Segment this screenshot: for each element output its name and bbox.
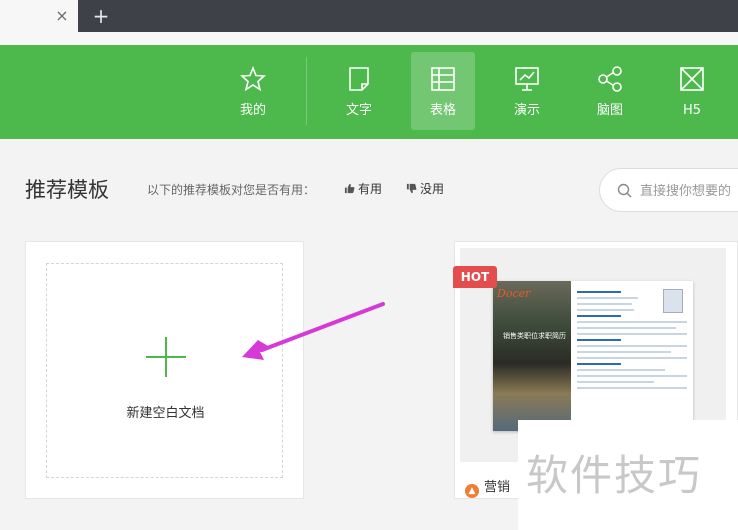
mindmap-icon xyxy=(598,66,622,92)
page-title: 推荐模板 xyxy=(25,178,109,202)
toolbar-item-sheet[interactable]: 表格 xyxy=(411,52,475,130)
toolbar-item-mindmap[interactable]: 脑图 xyxy=(578,52,642,130)
resume-preview-title: 销售类职位求职简历 xyxy=(503,332,566,340)
template-search-box[interactable] xyxy=(599,168,738,212)
useful-button[interactable]: 有用 xyxy=(344,180,382,197)
toolbar-item-label: H5 xyxy=(682,103,702,118)
thumbs-up-icon xyxy=(344,183,355,194)
search-icon xyxy=(617,183,632,198)
resume-text-lines xyxy=(577,291,687,393)
toolbar-item-label: 演示 xyxy=(513,103,540,118)
feedback-prompt: 以下的推荐模板对您是否有用： xyxy=(147,183,316,197)
resume-cover-image: Docer 销售类职位求职简历 xyxy=(493,281,571,431)
new-blank-document-card[interactable]: 新建空白文档 xyxy=(25,241,304,499)
resume-preview: Docer 销售类职位求职简历 xyxy=(493,281,693,431)
toolbar-divider xyxy=(306,57,307,125)
toolbar-item-label: 表格 xyxy=(429,103,456,118)
new-document-label: 新建空白文档 xyxy=(126,406,205,421)
toolbar-item-h5[interactable]: H5 xyxy=(660,52,724,130)
app-toolbar: 我的 文字 表格 演示 脑图 H5 xyxy=(0,45,738,139)
docer-logo: Docer xyxy=(497,287,531,300)
toolbar-item-label: 脑图 xyxy=(596,103,623,118)
toolbar-item-text[interactable]: 文字 xyxy=(327,52,391,130)
toolbar-item-mine[interactable]: 我的 xyxy=(221,52,285,130)
hot-badge: HOT xyxy=(453,266,497,288)
browser-tab[interactable]: × xyxy=(0,0,78,32)
star-icon xyxy=(240,65,266,92)
new-tab-button[interactable]: + xyxy=(90,5,112,27)
tab-content-gap xyxy=(0,32,738,45)
useful-label: 有用 xyxy=(358,182,383,196)
plus-icon-bar xyxy=(146,356,186,358)
presentation-icon xyxy=(515,67,539,91)
toolbar-item-label: 我的 xyxy=(239,103,266,118)
useless-button[interactable]: 没用 xyxy=(406,180,444,197)
watermark: 软件技巧 xyxy=(518,420,738,530)
useless-label: 没用 xyxy=(420,182,445,196)
toolbar-item-label: 文字 xyxy=(345,103,372,118)
browser-tab-strip: × + xyxy=(0,0,738,32)
fire-icon: ▲ xyxy=(465,484,479,498)
document-icon xyxy=(349,67,369,91)
search-input[interactable] xyxy=(640,181,738,201)
close-tab-icon[interactable]: × xyxy=(54,8,70,24)
table-icon xyxy=(431,67,455,91)
template-name-label: 营销 xyxy=(484,480,511,495)
template-name: ▲ 营销 xyxy=(465,476,510,498)
h5-icon xyxy=(680,67,704,91)
thumbs-down-icon xyxy=(406,183,417,194)
toolbar-item-slides[interactable]: 演示 xyxy=(495,52,559,130)
watermark-text: 软件技巧 xyxy=(526,451,703,500)
